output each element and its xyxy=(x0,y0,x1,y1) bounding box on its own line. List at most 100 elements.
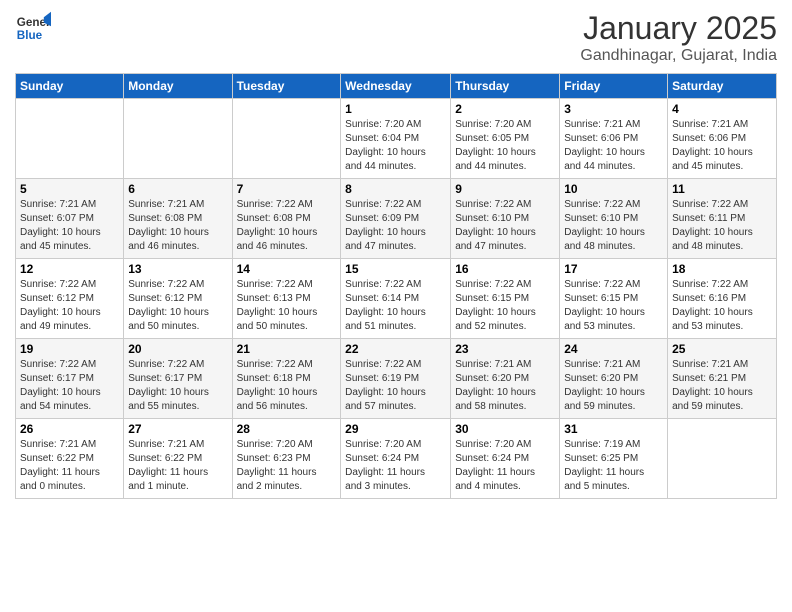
day-number: 23 xyxy=(455,342,555,356)
day-number: 26 xyxy=(20,422,119,436)
calendar-table: SundayMondayTuesdayWednesdayThursdayFrid… xyxy=(15,73,777,499)
day-info: Sunrise: 7:22 AM Sunset: 6:12 PM Dayligh… xyxy=(20,278,119,334)
day-number: 13 xyxy=(128,262,227,276)
day-number: 12 xyxy=(20,262,119,276)
day-number: 15 xyxy=(345,262,446,276)
calendar-cell xyxy=(124,99,232,179)
day-info: Sunrise: 7:22 AM Sunset: 6:10 PM Dayligh… xyxy=(455,198,555,254)
calendar-cell: 25 Sunrise: 7:21 AM Sunset: 6:21 PM Dayli… xyxy=(668,339,777,419)
day-info: Sunrise: 7:20 AM Sunset: 6:24 PM Dayligh… xyxy=(455,438,555,494)
calendar-cell: 15 Sunrise: 7:22 AM Sunset: 6:14 PM Dayli… xyxy=(341,259,451,339)
calendar-cell xyxy=(668,419,777,499)
day-info: Sunrise: 7:22 AM Sunset: 6:17 PM Dayligh… xyxy=(128,358,227,414)
calendar-cell: 5Sunrise: 7:21 AM Sunset: 6:07 PM Daylig… xyxy=(16,179,124,259)
weekday-header-wednesday: Wednesday xyxy=(341,74,451,99)
header: General Blue January 2025 Gandhinagar, G… xyxy=(15,10,777,65)
day-number: 20 xyxy=(128,342,227,356)
calendar-week-row: 5Sunrise: 7:21 AM Sunset: 6:07 PM Daylig… xyxy=(16,179,777,259)
calendar-cell: 4Sunrise: 7:21 AM Sunset: 6:06 PM Daylig… xyxy=(668,99,777,179)
day-number: 3 xyxy=(564,102,663,116)
day-info: Sunrise: 7:22 AM Sunset: 6:15 PM Dayligh… xyxy=(455,278,555,334)
day-info: Sunrise: 7:22 AM Sunset: 6:08 PM Dayligh… xyxy=(237,198,337,254)
day-number: 10 xyxy=(564,182,663,196)
day-info: Sunrise: 7:22 AM Sunset: 6:12 PM Dayligh… xyxy=(128,278,227,334)
day-info: Sunrise: 7:19 AM Sunset: 6:25 PM Dayligh… xyxy=(564,438,663,494)
calendar-cell: 11 Sunrise: 7:22 AM Sunset: 6:11 PM Dayli… xyxy=(668,179,777,259)
calendar-cell: 8 Sunrise: 7:22 AM Sunset: 6:09 PM Daylig… xyxy=(341,179,451,259)
calendar-cell xyxy=(16,99,124,179)
day-info: Sunrise: 7:22 AM Sunset: 6:11 PM Dayligh… xyxy=(672,198,772,254)
calendar-cell: 17 Sunrise: 7:22 AM Sunset: 6:15 PM Dayli… xyxy=(560,259,668,339)
calendar-cell: 21Sunrise: 7:22 AM Sunset: 6:18 PM Dayli… xyxy=(232,339,341,419)
weekday-header-saturday: Saturday xyxy=(668,74,777,99)
calendar-cell: 16Sunrise: 7:22 AM Sunset: 6:15 PM Dayli… xyxy=(451,259,560,339)
day-info: Sunrise: 7:22 AM Sunset: 6:19 PM Dayligh… xyxy=(345,358,446,414)
day-info: Sunrise: 7:22 AM Sunset: 6:17 PM Dayligh… xyxy=(20,358,119,414)
day-number: 17 xyxy=(564,262,663,276)
day-number: 25 xyxy=(672,342,772,356)
calendar-cell: 9 Sunrise: 7:22 AM Sunset: 6:10 PM Daylig… xyxy=(451,179,560,259)
day-info: Sunrise: 7:22 AM Sunset: 6:16 PM Dayligh… xyxy=(672,278,772,334)
day-number: 1 xyxy=(345,102,446,116)
day-info: Sunrise: 7:22 AM Sunset: 6:09 PM Dayligh… xyxy=(345,198,446,254)
day-info: Sunrise: 7:20 AM Sunset: 6:05 PM Dayligh… xyxy=(455,118,555,174)
day-number: 31 xyxy=(564,422,663,436)
calendar-cell: 6 Sunrise: 7:21 AM Sunset: 6:08 PM Daylig… xyxy=(124,179,232,259)
day-info: Sunrise: 7:20 AM Sunset: 6:23 PM Dayligh… xyxy=(237,438,337,494)
day-info: Sunrise: 7:22 AM Sunset: 6:10 PM Dayligh… xyxy=(564,198,663,254)
day-number: 6 xyxy=(128,182,227,196)
calendar-cell: 27Sunrise: 7:21 AM Sunset: 6:22 PM Dayli… xyxy=(124,419,232,499)
calendar-cell: 26 Sunrise: 7:21 AM Sunset: 6:22 PM Dayli… xyxy=(16,419,124,499)
day-number: 2 xyxy=(455,102,555,116)
calendar-cell: 3 Sunrise: 7:21 AM Sunset: 6:06 PM Daylig… xyxy=(560,99,668,179)
day-info: Sunrise: 7:20 AM Sunset: 6:04 PM Dayligh… xyxy=(345,118,446,174)
title-section: January 2025 Gandhinagar, Gujarat, India xyxy=(580,10,777,65)
day-info: Sunrise: 7:22 AM Sunset: 6:13 PM Dayligh… xyxy=(237,278,337,334)
calendar-cell: 31 Sunrise: 7:19 AM Sunset: 6:25 PM Dayli… xyxy=(560,419,668,499)
calendar-cell: 14Sunrise: 7:22 AM Sunset: 6:13 PM Dayli… xyxy=(232,259,341,339)
day-info: Sunrise: 7:21 AM Sunset: 6:21 PM Dayligh… xyxy=(672,358,772,414)
calendar-cell: 10 Sunrise: 7:22 AM Sunset: 6:10 PM Dayli… xyxy=(560,179,668,259)
calendar-cell: 1 Sunrise: 7:20 AM Sunset: 6:04 PM Daylig… xyxy=(341,99,451,179)
day-number: 28 xyxy=(237,422,337,436)
calendar-cell: 30 Sunrise: 7:20 AM Sunset: 6:24 PM Dayli… xyxy=(451,419,560,499)
day-number: 22 xyxy=(345,342,446,356)
calendar-cell: 23 Sunrise: 7:21 AM Sunset: 6:20 PM Dayli… xyxy=(451,339,560,419)
calendar-cell: 12 Sunrise: 7:22 AM Sunset: 6:12 PM Dayli… xyxy=(16,259,124,339)
day-number: 24 xyxy=(564,342,663,356)
day-number: 11 xyxy=(672,182,772,196)
calendar-cell: 29Sunrise: 7:20 AM Sunset: 6:24 PM Dayli… xyxy=(341,419,451,499)
day-info: Sunrise: 7:21 AM Sunset: 6:20 PM Dayligh… xyxy=(564,358,663,414)
page: General Blue January 2025 Gandhinagar, G… xyxy=(0,0,792,612)
logo-icon: General Blue xyxy=(15,10,51,46)
calendar-cell: 7 Sunrise: 7:22 AM Sunset: 6:08 PM Daylig… xyxy=(232,179,341,259)
day-info: Sunrise: 7:21 AM Sunset: 6:22 PM Dayligh… xyxy=(20,438,119,494)
day-info: Sunrise: 7:22 AM Sunset: 6:15 PM Dayligh… xyxy=(564,278,663,334)
calendar-cell: 24 Sunrise: 7:21 AM Sunset: 6:20 PM Dayli… xyxy=(560,339,668,419)
calendar-cell: 22 Sunrise: 7:22 AM Sunset: 6:19 PM Dayli… xyxy=(341,339,451,419)
day-number: 7 xyxy=(237,182,337,196)
day-info: Sunrise: 7:21 AM Sunset: 6:20 PM Dayligh… xyxy=(455,358,555,414)
day-number: 19 xyxy=(20,342,119,356)
calendar-week-row: 1 Sunrise: 7:20 AM Sunset: 6:04 PM Daylig… xyxy=(16,99,777,179)
weekday-header-row: SundayMondayTuesdayWednesdayThursdayFrid… xyxy=(16,74,777,99)
svg-text:Blue: Blue xyxy=(17,29,43,42)
day-number: 18 xyxy=(672,262,772,276)
day-number: 29 xyxy=(345,422,446,436)
weekday-header-sunday: Sunday xyxy=(16,74,124,99)
calendar-cell: 18 Sunrise: 7:22 AM Sunset: 6:16 PM Dayli… xyxy=(668,259,777,339)
calendar-week-row: 26 Sunrise: 7:21 AM Sunset: 6:22 PM Dayli… xyxy=(16,419,777,499)
weekday-header-friday: Friday xyxy=(560,74,668,99)
day-number: 30 xyxy=(455,422,555,436)
day-info: Sunrise: 7:22 AM Sunset: 6:14 PM Dayligh… xyxy=(345,278,446,334)
day-info: Sunrise: 7:21 AM Sunset: 6:06 PM Dayligh… xyxy=(564,118,663,174)
location-subtitle: Gandhinagar, Gujarat, India xyxy=(580,47,777,65)
calendar-week-row: 12 Sunrise: 7:22 AM Sunset: 6:12 PM Dayli… xyxy=(16,259,777,339)
weekday-header-thursday: Thursday xyxy=(451,74,560,99)
day-info: Sunrise: 7:21 AM Sunset: 6:07 PM Dayligh… xyxy=(20,198,119,254)
weekday-header-tuesday: Tuesday xyxy=(232,74,341,99)
day-info: Sunrise: 7:21 AM Sunset: 6:06 PM Dayligh… xyxy=(672,118,772,174)
day-number: 9 xyxy=(455,182,555,196)
day-number: 8 xyxy=(345,182,446,196)
day-info: Sunrise: 7:21 AM Sunset: 6:08 PM Dayligh… xyxy=(128,198,227,254)
